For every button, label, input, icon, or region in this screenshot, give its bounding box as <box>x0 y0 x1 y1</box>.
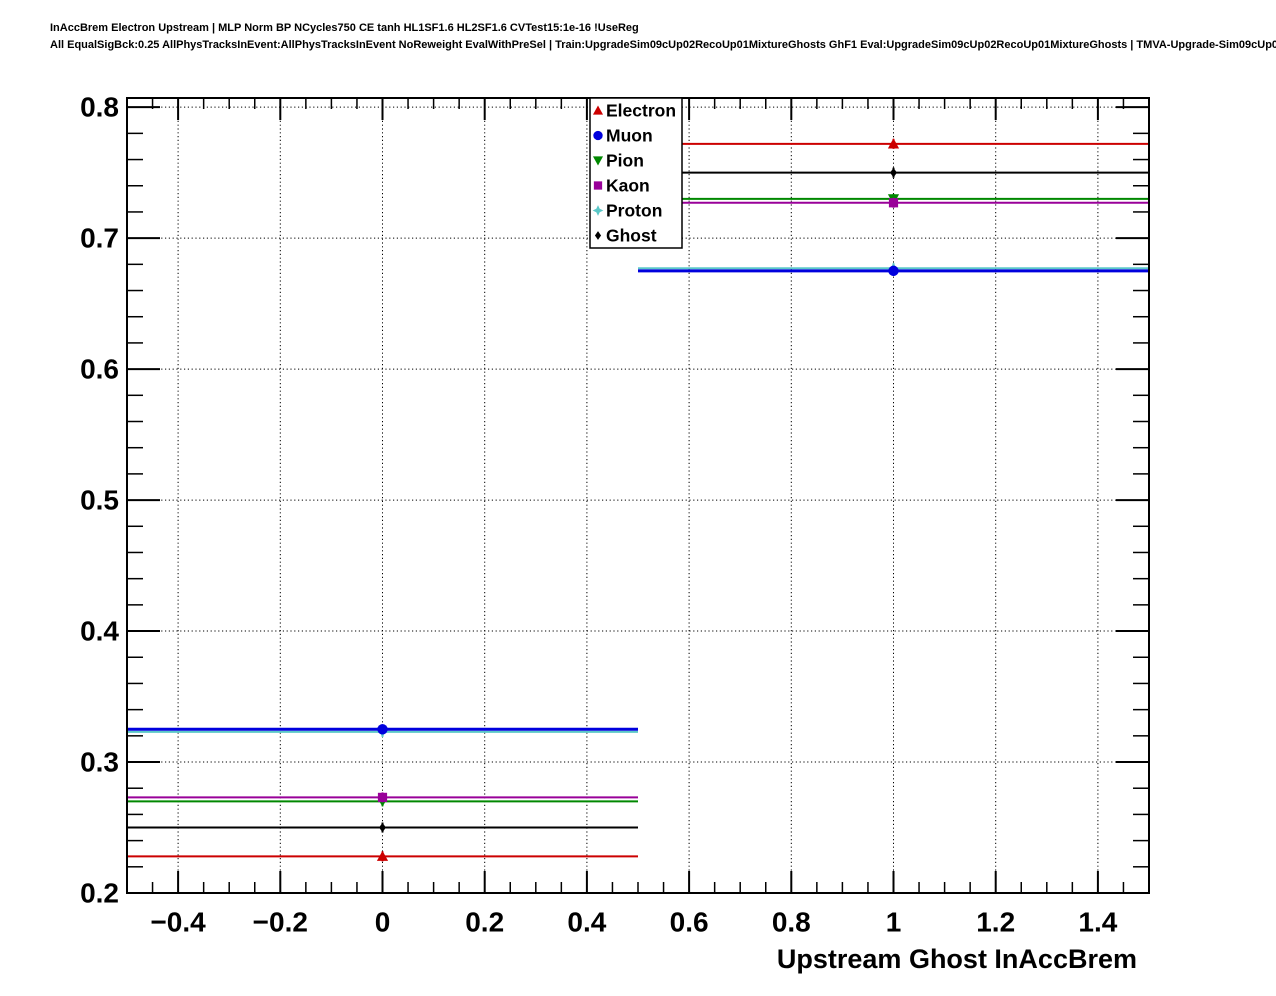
y-tick-label: 0.2 <box>80 878 119 909</box>
x-tick-label: 0.6 <box>670 907 709 938</box>
legend-label: Proton <box>606 201 662 221</box>
legend-label: Electron <box>606 101 676 121</box>
legend-label: Ghost <box>606 226 657 246</box>
x-tick-label: 1.4 <box>1078 907 1117 938</box>
x-tick-label: 0.8 <box>772 907 811 938</box>
legend: Electron Muon Pion Kaon Proton Ghost <box>589 97 683 249</box>
y-tick-label: 0.6 <box>80 354 119 385</box>
x-tick-label: 1 <box>886 907 902 938</box>
x-tick-label: −0.2 <box>253 907 308 938</box>
x-tick-label: 1.2 <box>976 907 1015 938</box>
chart-canvas: −0.4 −0.2 0 0.2 0.4 0.6 0.8 1 1.2 1.4 0.2 0.3 0.4 0.5… <box>80 92 1150 938</box>
series-pion <box>127 193 1149 807</box>
y-tick-label: 0.7 <box>80 223 119 254</box>
tmva-efficiency-plot: InAccBrem Electron Upstream | MLP Norm B… <box>0 0 1276 996</box>
legend-entry-electron: Electron <box>592 101 676 121</box>
y-tick-label: 0.3 <box>80 747 119 778</box>
x-tick-label: −0.4 <box>150 907 206 938</box>
y-tick-label: 0.8 <box>80 92 119 123</box>
series-muon <box>127 265 1149 735</box>
x-axis-title: Upstream Ghost InAccBrem <box>776 944 1137 974</box>
x-tick-label: 0.4 <box>567 907 606 938</box>
legend-label: Muon <box>606 126 653 146</box>
legend-label: Kaon <box>606 176 650 196</box>
legend-label: Pion <box>606 151 644 171</box>
x-tick-label: 0.2 <box>465 907 504 938</box>
x-tick-label: 0 <box>375 907 391 938</box>
y-tick-label: 0.4 <box>80 616 119 647</box>
y-tick-label: 0.5 <box>80 485 119 516</box>
